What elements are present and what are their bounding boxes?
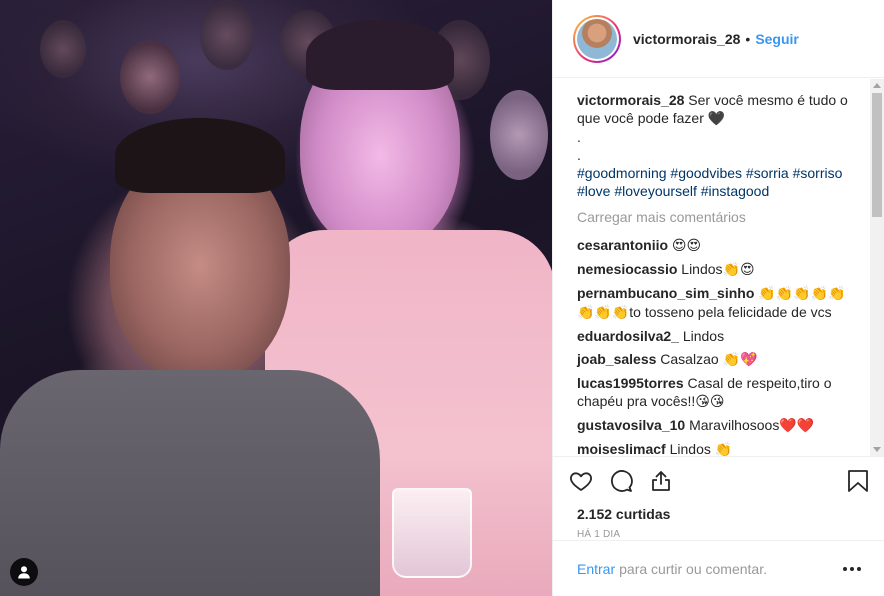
add-comment-bar: Entrar para curtir ou comentar.	[553, 540, 884, 596]
comment-item: joab_saless Casalzao 👏💖	[577, 350, 861, 369]
more-options-icon	[850, 566, 854, 571]
person-right-hair	[306, 20, 454, 90]
user-icon	[18, 566, 30, 579]
comment-username[interactable]: lucas1995torres	[577, 375, 684, 391]
comment-item: lucas1995torres Casal de respeito,tiro o…	[577, 374, 861, 411]
comment-button[interactable]	[609, 461, 649, 501]
more-options-icon	[843, 566, 847, 571]
comment-item: eduardosilva2_ Lindos	[577, 327, 861, 345]
comment-username[interactable]: cesarantoniio	[577, 237, 668, 253]
comment-icon	[611, 470, 633, 492]
post-header: victormorais_28 • Seguir	[553, 0, 884, 78]
comment-item: moiseslimacf Lindos 👏	[577, 440, 861, 456]
likes-count[interactable]: 2.152 curtidas	[569, 505, 869, 523]
crowd-face	[200, 0, 254, 70]
share-icon	[652, 471, 670, 491]
comment-text: Lindos	[669, 441, 711, 456]
hashtag-link[interactable]: #love	[577, 183, 610, 199]
save-button[interactable]	[829, 461, 869, 501]
post-photo[interactable]	[0, 0, 552, 596]
hashtag-link[interactable]: #loveyourself	[614, 183, 697, 199]
comment-item: gustavosilva_10 Maravilhosoos❤️❤️	[577, 416, 861, 435]
caption-username[interactable]: victormorais_28	[577, 92, 684, 108]
post-side-panel: victormorais_28 • Seguir victormorais_28…	[552, 0, 884, 596]
avatar[interactable]	[573, 14, 621, 63]
tagged-users-button[interactable]	[10, 558, 38, 586]
person-left-shirt	[0, 370, 380, 596]
comment-username[interactable]: joab_saless	[577, 351, 656, 367]
comment-emoji: 😍😍	[671, 238, 702, 254]
comments-list[interactable]: victormorais_28 Ser você mesmo é tudo o …	[553, 79, 884, 456]
caption-emoji: 🖤	[707, 111, 726, 127]
crowd-face	[40, 20, 86, 78]
comment-text: to tosseno pela felicidade de vcs	[629, 304, 832, 320]
like-button[interactable]	[569, 461, 609, 501]
heart-icon	[570, 472, 592, 491]
share-button[interactable]	[649, 461, 689, 501]
add-comment-prompt: para curtir ou comentar.	[619, 560, 767, 577]
comment-item: nemesiocassio Lindos👏😍	[577, 260, 861, 279]
hashtag-link[interactable]: #instagood	[701, 183, 770, 199]
comment-text: Lindos	[682, 328, 725, 344]
scroll-down-arrow-icon[interactable]	[873, 447, 881, 452]
header-text: victormorais_28 • Seguir	[633, 31, 799, 47]
comment-emoji: ❤️❤️	[779, 418, 815, 434]
author-username[interactable]: victormorais_28	[633, 31, 740, 47]
post-actions: 2.152 curtidas HÁ 1 DIA	[553, 456, 884, 551]
comment-emoji: 😘😘	[695, 394, 725, 410]
caption-line: .	[577, 147, 581, 163]
hashtag-link[interactable]: #sorriso	[793, 165, 843, 181]
follow-button[interactable]: Seguir	[755, 31, 799, 47]
more-options-button[interactable]	[843, 566, 861, 571]
login-link[interactable]: Entrar	[577, 561, 615, 577]
comment-username[interactable]: moiseslimacf	[577, 441, 666, 456]
more-options-icon	[857, 566, 861, 571]
comment-username[interactable]: gustavosilva_10	[577, 417, 685, 433]
crowd-face	[490, 90, 548, 180]
hashtag-link[interactable]: #sorria	[746, 165, 789, 181]
caption-line: .	[577, 129, 581, 145]
bookmark-icon	[848, 470, 868, 492]
action-icons-row	[569, 457, 869, 505]
comment-username[interactable]: nemesiocassio	[577, 261, 677, 277]
caption-hashtags: #goodmorning #goodvibes #sorria #sorriso…	[577, 164, 861, 200]
comment-item: pernambucano_sim_sinho 👏👏👏👏👏 👏👏👏to tosse…	[577, 284, 861, 322]
post-timestamp[interactable]: HÁ 1 DIA	[569, 529, 869, 540]
avatar-image	[577, 18, 617, 59]
comment-text: Maravilhosoos	[689, 417, 780, 433]
comments-scrollbar[interactable]	[870, 79, 884, 456]
separator-dot: •	[745, 30, 751, 47]
comment-emoji: 👏😍	[722, 262, 755, 278]
comment-emoji: 👏💖	[722, 352, 758, 368]
comment-emoji: 👏👏👏👏👏	[758, 286, 846, 302]
comment-item: cesarantoniio 😍😍	[577, 236, 861, 255]
comment-username[interactable]: pernambucano_sim_sinho	[577, 285, 754, 301]
comment-username[interactable]: eduardosilva2_	[577, 328, 679, 344]
hashtag-link[interactable]: #goodmorning	[577, 165, 667, 181]
load-more-comments-link[interactable]: Carregar mais comentários	[577, 208, 861, 226]
plastic-cup	[392, 488, 472, 578]
scroll-up-arrow-icon[interactable]	[873, 83, 881, 88]
comment-emoji: 👏	[714, 442, 733, 456]
person-left-hair	[115, 118, 285, 193]
comment-text: Casalzao	[660, 351, 719, 367]
scroll-thumb[interactable]	[872, 93, 882, 217]
crowd-face	[120, 40, 180, 114]
comment-emoji: 👏👏👏	[577, 305, 630, 321]
post-caption: victormorais_28 Ser você mesmo é tudo o …	[577, 91, 861, 200]
comment-text: Lindos	[681, 261, 723, 277]
hashtag-link[interactable]: #goodvibes	[670, 165, 742, 181]
